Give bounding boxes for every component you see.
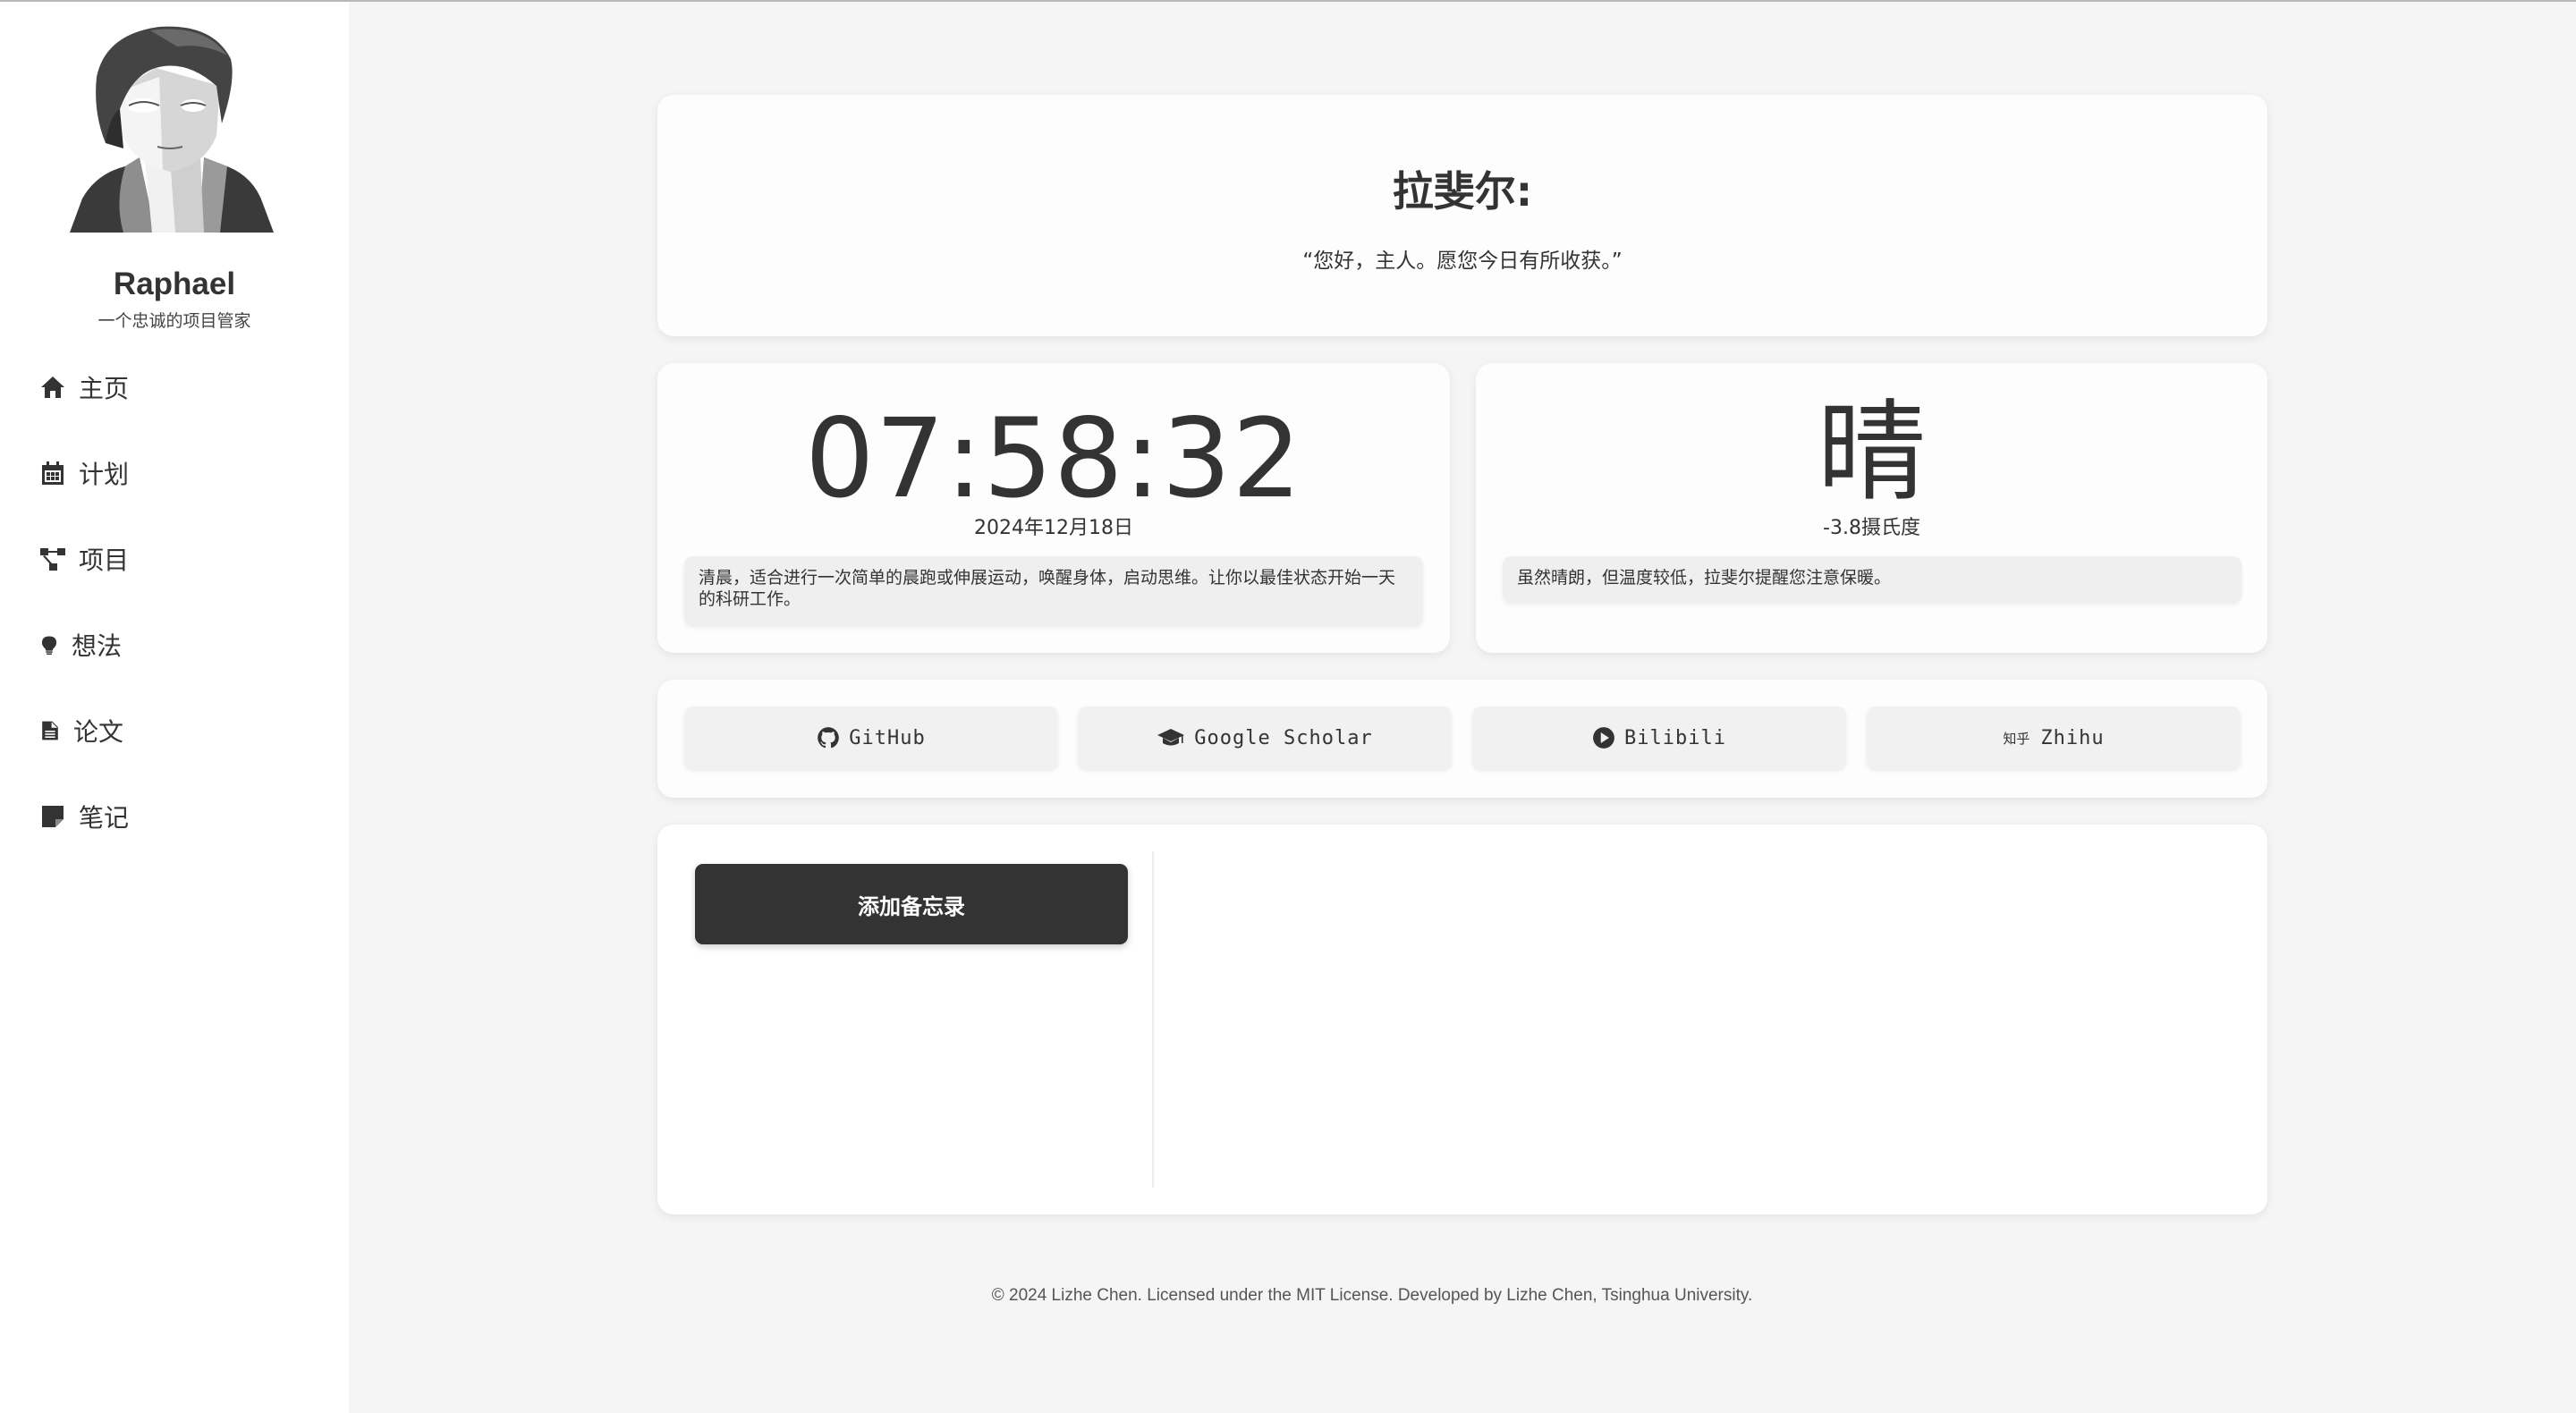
memo-card: 添加备忘录	[657, 825, 2267, 1214]
clock-tip: 清晨，适合进行一次简单的晨跑或伸展运动，唤醒身体，启动思维。让你以最佳状态开始一…	[684, 556, 1423, 626]
sidebar: Raphael 一个忠诚的项目管家 主页 计划 项目 想法 论文 笔记	[0, 2, 349, 1413]
github-icon	[818, 727, 840, 749]
google-scholar-link-label: Google Scholar	[1194, 726, 1373, 749]
sidebar-item-ideas[interactable]: 想法	[39, 622, 122, 667]
sidebar-item-label: 计划	[79, 460, 130, 489]
home-icon	[41, 377, 64, 398]
weather-card: 晴 -3.8摄氏度 虽然晴朗，但温度较低，拉斐尔提醒您注意保暖。	[1476, 363, 2267, 653]
calendar-icon	[42, 461, 64, 485]
lightbulb-icon	[41, 636, 57, 655]
sidebar-item-home[interactable]: 主页	[39, 365, 129, 410]
sidebar-item-label: 想法	[72, 631, 123, 661]
weather-temperature: -3.8摄氏度	[1823, 517, 1920, 539]
clock-date: 2024年12月18日	[974, 517, 1133, 539]
footer: © 2024 Lizhe Chen. Licensed under the MI…	[991, 1286, 1753, 1305]
greeting-quote: “您好，主人。愿您今日有所收获。”	[1302, 250, 1623, 273]
sidebar-item-papers[interactable]: 论文	[39, 708, 123, 753]
google-scholar-link-button[interactable]: Google Scholar	[1078, 706, 1452, 769]
project-diagram-icon	[40, 548, 65, 571]
profile-name: Raphael	[113, 267, 236, 301]
greeting-card: 拉斐尔: “您好，主人。愿您今日有所收获。”	[657, 95, 2267, 336]
memo-divider	[1152, 851, 1154, 1188]
sticky-note-icon	[42, 806, 64, 827]
clock-card: 07:58:32 2024年12月18日 清晨，适合进行一次简单的晨跑或伸展运动…	[657, 363, 1450, 653]
top-border	[0, 0, 2576, 2]
zhihu-icon: 知乎	[2003, 730, 2030, 747]
sidebar-item-label: 项目	[79, 546, 130, 575]
links-card: GitHub Google Scholar Bilibili 知乎 Zhihu	[657, 680, 2267, 798]
greeting-title: 拉斐尔:	[1392, 167, 1533, 216]
add-memo-button[interactable]: 添加备忘录	[695, 864, 1128, 944]
sidebar-item-plan[interactable]: 计划	[39, 451, 129, 495]
weather-condition: 晴	[1817, 389, 1927, 516]
sidebar-item-label: 主页	[79, 374, 130, 403]
github-link-button[interactable]: GitHub	[684, 706, 1058, 769]
sidebar-item-notes[interactable]: 笔记	[39, 794, 129, 839]
file-icon	[42, 721, 58, 740]
play-circle-icon	[1593, 727, 1614, 749]
zhihu-link-button[interactable]: 知乎 Zhihu	[1867, 706, 2241, 769]
weather-tip: 虽然晴朗，但温度较低，拉斐尔提醒您注意保暖。	[1503, 556, 2241, 603]
graduation-cap-icon	[1157, 729, 1185, 746]
avatar	[70, 26, 274, 233]
memo-list-area	[1176, 851, 2241, 1188]
github-link-label: GitHub	[849, 726, 926, 749]
profile-subtitle: 一个忠诚的项目管家	[97, 311, 251, 331]
sidebar-item-label: 论文	[73, 717, 124, 747]
bilibili-link-button[interactable]: Bilibili	[1472, 706, 1846, 769]
sidebar-item-label: 笔记	[79, 803, 130, 833]
bilibili-link-label: Bilibili	[1624, 726, 1726, 749]
sidebar-item-projects[interactable]: 项目	[39, 537, 129, 581]
zhihu-link-label: Zhihu	[2040, 726, 2105, 749]
clock-time: 07:58:32	[805, 395, 1302, 522]
